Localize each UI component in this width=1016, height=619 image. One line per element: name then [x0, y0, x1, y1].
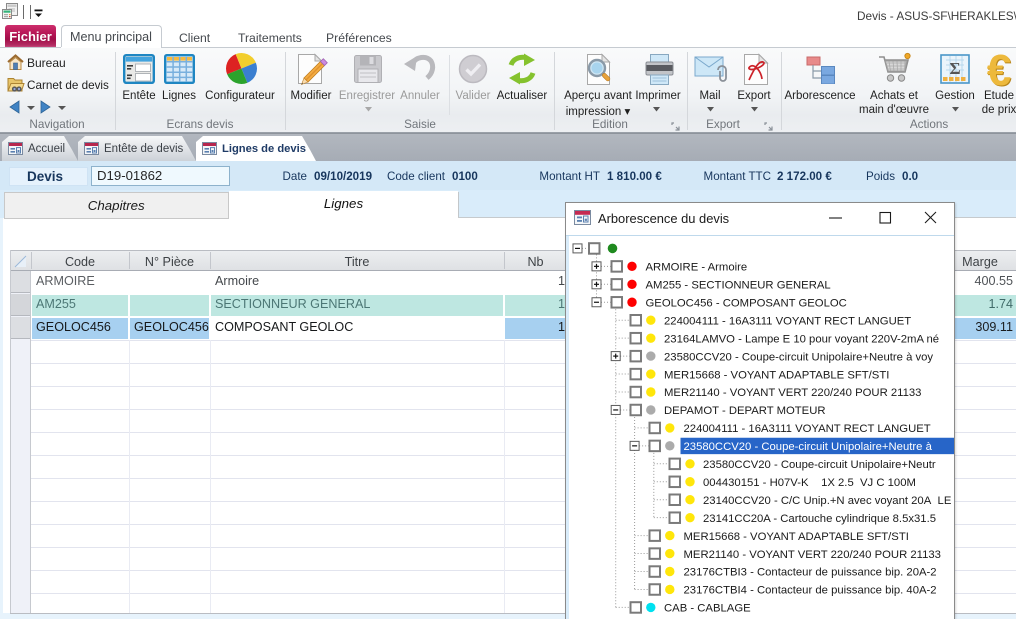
svg-text:MER15668 - VOYANT ADAPTABLE SF: MER15668 - VOYANT ADAPTABLE SFT/STI	[684, 531, 909, 543]
svg-text:23141CC20A - Cartouche cylindr: 23141CC20A - Cartouche cylindrique 8.5x3…	[703, 513, 936, 525]
svg-text:AM255 - SECTIONNEUR GENERAL: AM255 - SECTIONNEUR GENERAL	[646, 280, 831, 292]
svg-text:23164LAMVO - Lampe E 10 pour v: 23164LAMVO - Lampe E 10 pour voyant 220V…	[664, 333, 939, 345]
svg-text:224004111 - 16A3111 VOYANT REC: 224004111 - 16A3111 VOYANT RECT LANGUET	[664, 315, 911, 327]
svg-text:MER15668 - VOYANT ADAPTABLE SF: MER15668 - VOYANT ADAPTABLE SFT/STI	[664, 369, 889, 381]
svg-text:23580CCV20 - Coupe-circuit Uni: 23580CCV20 - Coupe-circuit Unipolaire+Ne…	[684, 441, 933, 453]
svg-text:CAB - CABLAGE: CAB - CABLAGE	[664, 603, 751, 615]
svg-text:DEPAMOT - DEPART MOTEUR: DEPAMOT - DEPART MOTEUR	[664, 405, 826, 417]
svg-text:004430151 - H07V-K 1X 2.5: 004430151 - H07V-K 1X 2.5 VJ C 100M	[703, 477, 916, 489]
svg-text:23176CTBI4 - Contacteur de pui: 23176CTBI4 - Contacteur de puissance bip…	[684, 585, 937, 597]
svg-text:MER21140 - VOYANT VERT 220/240: MER21140 - VOYANT VERT 220/240 POUR 2113…	[664, 387, 921, 399]
svg-text:ARMOIRE - Armoire: ARMOIRE - Armoire	[646, 262, 748, 274]
svg-text:Σ: Σ	[949, 59, 960, 78]
svg-text:224004111 - 16A3111 VOYANT REC: 224004111 - 16A3111 VOYANT RECT LANGUET	[684, 423, 931, 435]
svg-text:MER21140 - VOYANT VERT 220/240: MER21140 - VOYANT VERT 220/240 POUR 2113…	[684, 549, 941, 561]
svg-text:23580CCV20 - Coupe-circuit Uni: 23580CCV20 - Coupe-circuit Unipolaire+Ne…	[703, 459, 936, 471]
svg-text:23580CCV20 - Coupe-circuit Uni: 23580CCV20 - Coupe-circuit Unipolaire+Ne…	[664, 351, 933, 363]
svg-text:23140CCV20 - C/C Unip.+N avec: 23140CCV20 - C/C Unip.+N avec voyant 20A…	[703, 495, 952, 507]
svg-text:GEOLOC456 - COMPOSANT GEOLOC: GEOLOC456 - COMPOSANT GEOLOC	[646, 297, 847, 309]
svg-text:23176CTBI3 - Contacteur de pui: 23176CTBI3 - Contacteur de puissance bip…	[684, 567, 937, 579]
